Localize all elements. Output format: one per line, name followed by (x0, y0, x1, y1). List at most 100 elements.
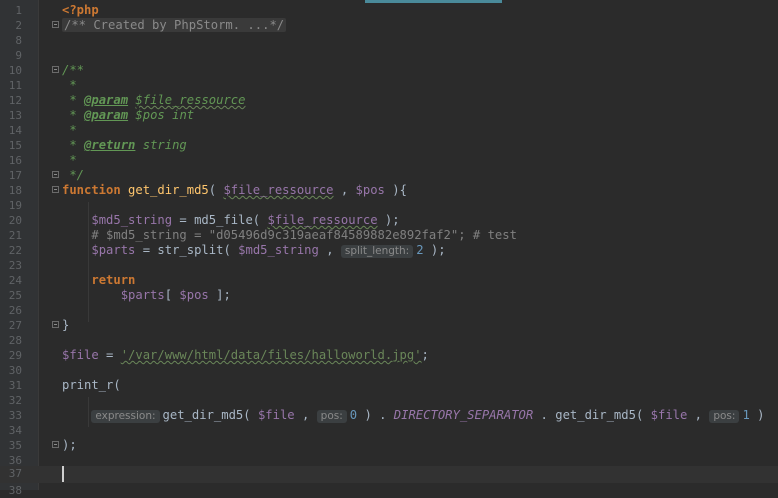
hint-label: pos: (713, 410, 736, 422)
function-call: get_dir_md5 (162, 408, 244, 422)
variable: $parts (91, 243, 136, 257)
doc-param-tag: @param (84, 108, 129, 122)
constant: DIRECTORY_SEPARATOR (393, 408, 534, 422)
parameter-hint: pos: (709, 410, 740, 423)
variable: $pos (179, 288, 209, 302)
variable: $md5_string (91, 213, 173, 227)
code-line[interactable]: 38 (0, 483, 778, 498)
code-line[interactable]: 31 print_r( (0, 378, 778, 393)
fold-collapse-icon[interactable] (52, 321, 59, 328)
line-number: 21 (8, 229, 22, 242)
code-line[interactable]: 24 return (0, 273, 778, 288)
doc-comment-close: */ (62, 168, 85, 182)
code-line[interactable]: 25 $parts[ $pos ]; (0, 288, 778, 303)
line-number: 24 (8, 274, 22, 287)
code-line[interactable]: 34 (0, 423, 778, 438)
variable: $parts (120, 288, 165, 302)
number-literal: 2 (416, 243, 424, 257)
number-literal: 1 (742, 408, 750, 422)
line-number: 31 (8, 379, 22, 392)
code-line[interactable]: 20 $md5_string = md5_file( $file_ressour… (0, 213, 778, 228)
fold-collapse-icon[interactable] (52, 186, 59, 193)
code-line[interactable]: 28 (0, 333, 778, 348)
code-line[interactable]: 21 # $md5_string = "d05496d9c319aeaf8458… (0, 228, 778, 243)
fold-expand-icon[interactable] (52, 21, 59, 28)
code-line[interactable]: 13 * @param $pos int (0, 108, 778, 123)
code-line[interactable]: 9 (0, 48, 778, 63)
text-caret (62, 466, 64, 482)
line-number: 29 (8, 349, 22, 362)
line-number: 38 (8, 484, 22, 497)
code-line[interactable]: 23 (0, 258, 778, 273)
function-call: str_split (157, 243, 224, 257)
line-number: 23 (8, 259, 22, 272)
code-line[interactable]: 12 * @param $file_ressource (0, 93, 778, 108)
code-line[interactable]: 16 * (0, 153, 778, 168)
parameter-hint: split_length: (340, 245, 414, 258)
function-call: md5_file (194, 213, 253, 227)
keyword-function: function (62, 183, 121, 197)
string-literal: '/var/www/html/data/files/halloworld.jpg… (120, 348, 422, 362)
code-line[interactable]: 18 function get_dir_md5( $file_ressource… (0, 183, 778, 198)
line-number: 20 (8, 214, 22, 227)
doc-star: * (62, 108, 77, 122)
code-line[interactable]: 30 (0, 363, 778, 378)
hint-label: split_length: (344, 245, 410, 257)
keyword-return: return (91, 273, 136, 287)
code-line[interactable]: 35 ); (0, 438, 778, 453)
line-number: 26 (8, 304, 22, 317)
code-line[interactable]: 15 * @return string (0, 138, 778, 153)
closing-brace: } (62, 318, 70, 332)
line-number: 8 (15, 34, 22, 47)
variable: $file_ressource (267, 213, 378, 227)
closing-paren: ); (62, 438, 77, 452)
code-line[interactable]: 32 (0, 393, 778, 408)
variable: $file (650, 408, 688, 422)
line-number: 19 (8, 199, 22, 212)
function-name: get_dir_md5 (128, 183, 209, 197)
fold-collapse-icon[interactable] (52, 171, 59, 178)
doc-star: * (62, 153, 77, 167)
variable: $pos (355, 183, 385, 197)
hint-label: expression: (95, 410, 156, 422)
doc-star: * (62, 138, 77, 152)
line-number: 1 (15, 4, 22, 17)
line-number: 25 (8, 289, 22, 302)
code-line[interactable]: 17 */ (0, 168, 778, 183)
fold-collapse-icon[interactable] (52, 66, 59, 73)
code-line[interactable]: 10 /** (0, 63, 778, 78)
line-number: 35 (8, 439, 22, 452)
code-line[interactable]: 19 (0, 198, 778, 213)
variable: $md5_string (238, 243, 319, 257)
code-line[interactable]: 11 * (0, 78, 778, 93)
line-number: 17 (8, 169, 22, 182)
function-call: get_dir_md5 (555, 408, 636, 422)
code-line[interactable]: 22 $parts = str_split( $md5_string , spl… (0, 243, 778, 258)
code-line[interactable]: 1 <?php (0, 3, 778, 18)
variable: $file (257, 408, 295, 422)
doc-param-name: $pos (135, 108, 165, 122)
variable: $file_ressource (223, 183, 334, 197)
collapsed-comment[interactable]: /** Created by PhpStorm. ...*/ (62, 18, 287, 32)
code-line[interactable]: 29 $file = '/var/www/html/data/files/hal… (0, 348, 778, 363)
parameter-hint: pos: (316, 410, 347, 423)
code-line[interactable]: 26 (0, 303, 778, 318)
code-line[interactable]: 2 /** Created by PhpStorm. ...*/ (0, 18, 778, 33)
line-number: 34 (8, 424, 22, 437)
line-number: 2 (15, 19, 22, 32)
code-line[interactable]: 27 } (0, 318, 778, 333)
code-line[interactable]: 14 * (0, 123, 778, 138)
parameter-hint: expression: (91, 410, 160, 423)
number-literal: 0 (349, 408, 358, 422)
doc-return-tag: @return (84, 138, 136, 152)
fold-collapse-icon[interactable] (52, 441, 59, 448)
hint-label: pos: (320, 410, 343, 422)
line-number: 13 (8, 109, 22, 122)
current-line[interactable]: 37 (0, 466, 778, 483)
doc-comment-open: /** (62, 63, 85, 77)
code-line[interactable]: 8 (0, 33, 778, 48)
code-editor[interactable]: 1 <?php 2 /** Created by PhpStorm. ...*/… (0, 0, 778, 497)
line-number: 14 (8, 124, 22, 137)
code-line[interactable]: 33 expression: get_dir_md5( $file , pos: 0… (0, 408, 778, 423)
line-number: 27 (8, 319, 22, 332)
